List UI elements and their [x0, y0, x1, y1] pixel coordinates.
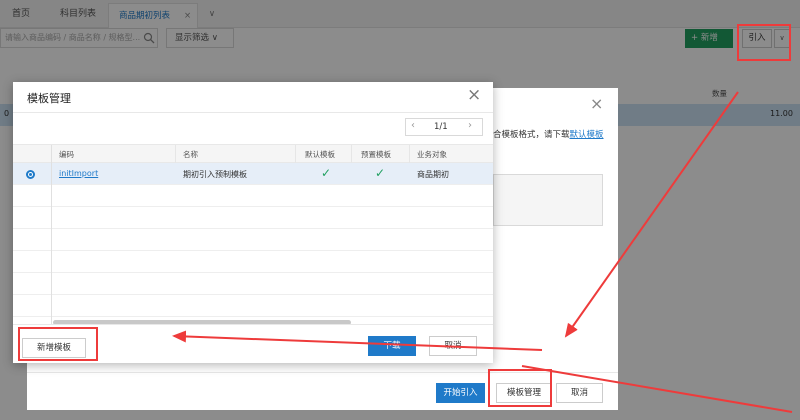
- import-cancel-button[interactable]: 取消: [556, 383, 603, 403]
- table-row: [13, 295, 493, 317]
- col-header-name: 名称: [183, 150, 198, 159]
- import-description: 合模板格式，请下载默认模板: [493, 128, 604, 140]
- download-button[interactable]: 下载: [368, 336, 416, 356]
- divider: [13, 112, 493, 113]
- row-radio[interactable]: [26, 170, 35, 179]
- start-import-button[interactable]: 开始引入: [436, 383, 485, 403]
- selection-column-divider: [51, 145, 52, 325]
- next-page-icon[interactable]: ›: [468, 120, 472, 131]
- table-row: [13, 251, 493, 273]
- business-object: 商品期初: [417, 170, 449, 179]
- table-row: [13, 229, 493, 251]
- col-header-preset: 预置模板: [361, 150, 391, 159]
- col-header-code: 编码: [59, 150, 74, 159]
- annotation-box-new-template: [18, 327, 98, 361]
- default-template-check-icon: ✓: [321, 166, 332, 180]
- col-header-default: 默认模板: [305, 150, 335, 159]
- template-code-link[interactable]: initImport: [59, 169, 98, 178]
- annotation-box-import: [737, 24, 791, 61]
- default-template-link[interactable]: 默认模板: [570, 130, 604, 140]
- page-indicator: 1/1: [434, 122, 448, 132]
- template-table: 编码 名称 默认模板 预置模板 业务对象 initImport 期初引入预制模板…: [13, 144, 493, 325]
- table-row: [13, 273, 493, 295]
- import-dialog-close-icon[interactable]: ×: [590, 94, 603, 113]
- dialog-close-icon[interactable]: ×: [467, 85, 481, 105]
- upload-area[interactable]: [493, 174, 603, 226]
- dialog-title: 模板管理: [27, 92, 71, 105]
- col-divider: [175, 145, 176, 163]
- table-row: [13, 207, 493, 229]
- table-row[interactable]: initImport 期初引入预制模板 ✓ ✓ 商品期初: [13, 163, 493, 185]
- col-divider: [295, 145, 296, 163]
- col-divider: [351, 145, 352, 163]
- preset-template-check-icon: ✓: [375, 166, 386, 180]
- table-row: [13, 185, 493, 207]
- col-header-object: 业务对象: [417, 150, 447, 159]
- col-divider: [409, 145, 410, 163]
- dialog-footer-divider: [13, 324, 493, 325]
- template-name: 期初引入预制模板: [183, 170, 247, 179]
- prev-page-icon[interactable]: ‹: [411, 120, 415, 131]
- pagination: ‹ 1/1 ›: [405, 118, 483, 136]
- cancel-button[interactable]: 取消: [429, 336, 477, 356]
- annotation-box-template-management: [488, 369, 552, 407]
- template-management-dialog: 模板管理 × ‹ 1/1 › 编码 名称 默认模板 预置模板 业务对象 init…: [13, 82, 493, 363]
- import-description-text: 合模板格式，请下载: [493, 130, 570, 140]
